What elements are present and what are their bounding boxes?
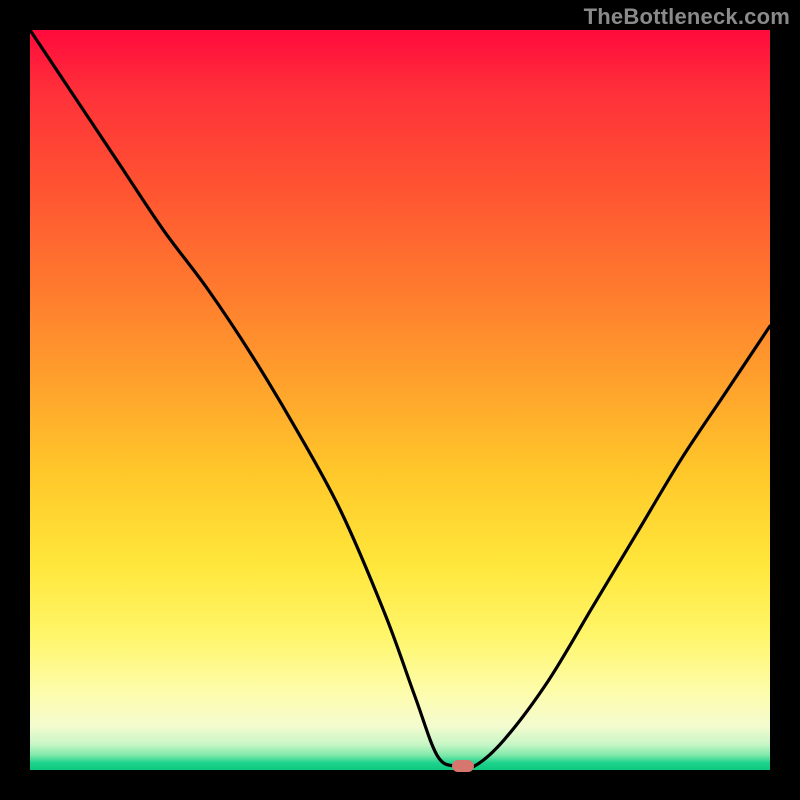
plot-area: [30, 30, 770, 770]
optimal-marker: [452, 760, 474, 772]
curve-path: [30, 30, 770, 769]
bottleneck-curve: [30, 30, 770, 770]
chart-frame: TheBottleneck.com: [0, 0, 800, 800]
watermark-text: TheBottleneck.com: [584, 4, 790, 30]
